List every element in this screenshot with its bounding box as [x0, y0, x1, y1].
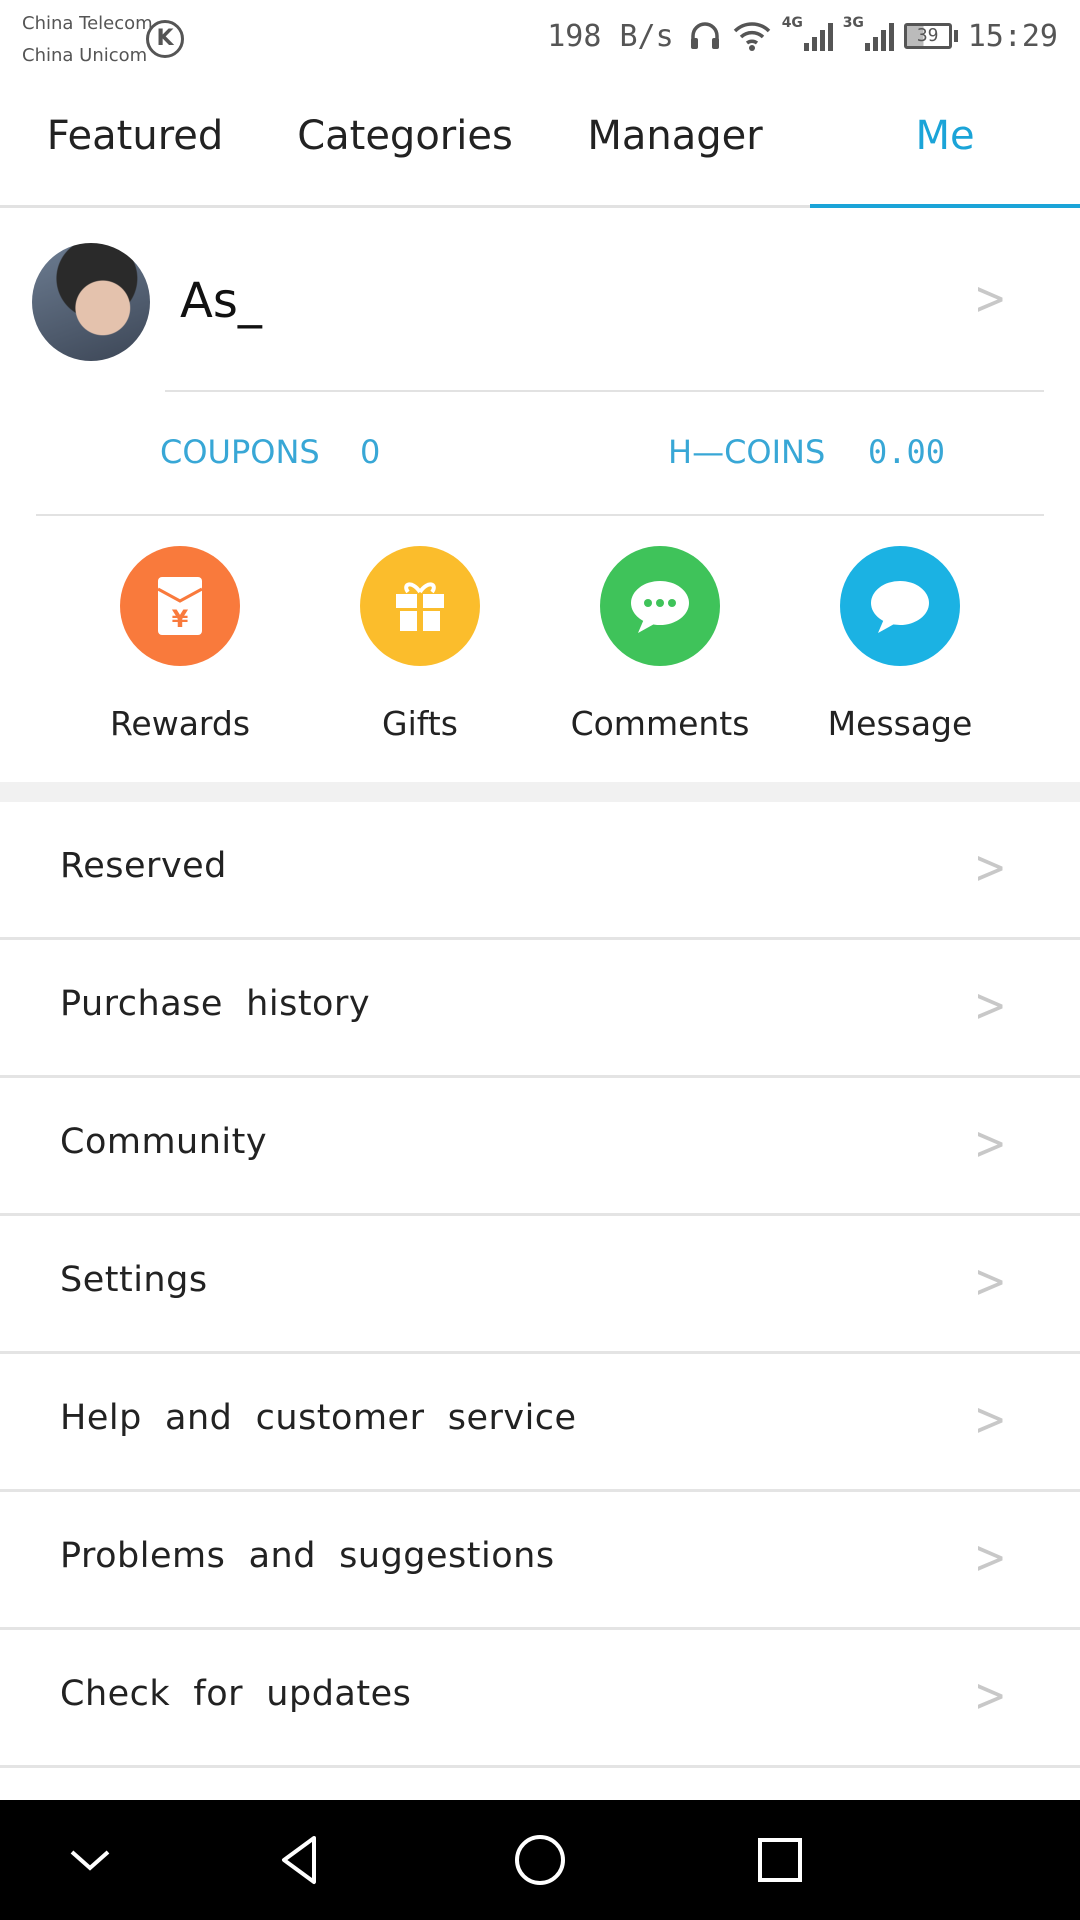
chevron-right-icon: >	[974, 978, 1008, 1032]
tab-categories[interactable]: Categories	[270, 76, 540, 205]
status-indicators: 198 B/s 4G 3G 39 15:29	[547, 14, 1058, 58]
menu-item-check-updates[interactable]: Check for updates >	[0, 1630, 1080, 1768]
carrier-1: China Telecom	[22, 13, 153, 34]
menu-item-purchase-history[interactable]: Purchase history >	[0, 940, 1080, 1078]
back-triangle-icon[interactable]	[270, 1830, 330, 1890]
down-chevron-icon[interactable]	[60, 1830, 120, 1890]
network-type-1: 4G	[781, 15, 803, 31]
shortcut-rewards[interactable]: ¥ Rewards	[60, 546, 300, 743]
shortcut-label: Message	[827, 704, 973, 743]
shortcut-grid: ¥ Rewards Gifts Comments Message	[0, 520, 1080, 782]
carrier-2: China Unicom	[22, 45, 148, 66]
system-nav-bar	[0, 1800, 1080, 1920]
battery-level: 39	[903, 23, 952, 49]
tab-manager[interactable]: Manager	[540, 76, 810, 205]
chevron-right-icon: >	[974, 1254, 1008, 1308]
menu-item-label: Problems and suggestions	[60, 1536, 555, 1576]
gift-icon	[360, 546, 480, 666]
carrier-badge-icon: K	[146, 20, 184, 58]
menu-item-label: Purchase history	[60, 984, 371, 1024]
network-type-2: 3G	[842, 15, 864, 31]
shortcut-gifts[interactable]: Gifts	[300, 546, 540, 743]
tab-me[interactable]: Me	[810, 76, 1080, 208]
menu-item-help[interactable]: Help and customer service >	[0, 1354, 1080, 1492]
coupons-value[interactable]: 0	[360, 433, 380, 471]
hcoins-value[interactable]: 0.00	[868, 433, 945, 471]
net-speed: 198 B/s	[547, 18, 674, 54]
menu-item-reserved[interactable]: Reserved >	[0, 802, 1080, 940]
menu-item-label: Help and customer service	[60, 1398, 577, 1438]
menu-item-label: Community	[60, 1122, 268, 1162]
stats-row: COUPONS 0 H—COINS 0.00	[0, 393, 1080, 513]
menu-item-community[interactable]: Community >	[0, 1078, 1080, 1216]
shortcut-label: Gifts	[382, 704, 458, 743]
section-divider	[0, 782, 1080, 802]
shortcut-comments[interactable]: Comments	[540, 546, 780, 743]
coupons-label[interactable]: COUPONS	[160, 433, 320, 471]
tab-featured[interactable]: Featured	[0, 76, 270, 205]
chevron-right-icon: >	[974, 1530, 1008, 1584]
menu-item-problems[interactable]: Problems and suggestions >	[0, 1492, 1080, 1630]
chevron-right-icon: >	[974, 1392, 1008, 1446]
chevron-right-icon: >	[974, 1116, 1008, 1170]
shortcut-label: Comments	[570, 704, 750, 743]
menu-item-settings[interactable]: Settings >	[0, 1216, 1080, 1354]
menu-list: Reserved > Purchase history > Community …	[0, 802, 1080, 1768]
profile-row[interactable]: As_ >	[0, 211, 1080, 392]
chevron-right-icon: >	[974, 271, 1008, 325]
wifi-icon	[732, 16, 772, 56]
divider	[165, 390, 1044, 392]
clock: 15:29	[967, 18, 1058, 54]
recents-square-icon[interactable]	[750, 1830, 810, 1890]
home-circle-icon[interactable]	[510, 1830, 570, 1890]
headset-icon	[688, 16, 722, 56]
message-bubble-icon	[840, 546, 960, 666]
top-tab-bar: Featured Categories Manager Me	[0, 76, 1080, 208]
status-bar: China Telecom China Unicom K 198 B/s 4G …	[0, 0, 1080, 76]
avatar[interactable]	[32, 243, 150, 361]
menu-item-label: Settings	[60, 1260, 208, 1300]
hcoins-label[interactable]: H—COINS	[668, 433, 825, 471]
signal-4g-icon: 4G	[782, 15, 833, 51]
menu-item-label: Reserved	[60, 846, 227, 886]
battery-icon: 39	[903, 23, 958, 49]
red-envelope-icon: ¥	[120, 546, 240, 666]
shortcut-label: Rewards	[109, 704, 251, 743]
carrier-info: China Telecom China Unicom	[22, 8, 153, 72]
menu-item-label: Check for updates	[60, 1674, 412, 1714]
chevron-right-icon: >	[974, 1668, 1008, 1722]
username: As_	[180, 273, 262, 329]
shortcut-message[interactable]: Message	[780, 546, 1020, 743]
svg-text:¥: ¥	[172, 605, 189, 633]
signal-3g-icon: 3G	[843, 15, 894, 51]
comment-bubble-icon	[600, 546, 720, 666]
chevron-right-icon: >	[974, 840, 1008, 894]
divider	[36, 514, 1044, 516]
